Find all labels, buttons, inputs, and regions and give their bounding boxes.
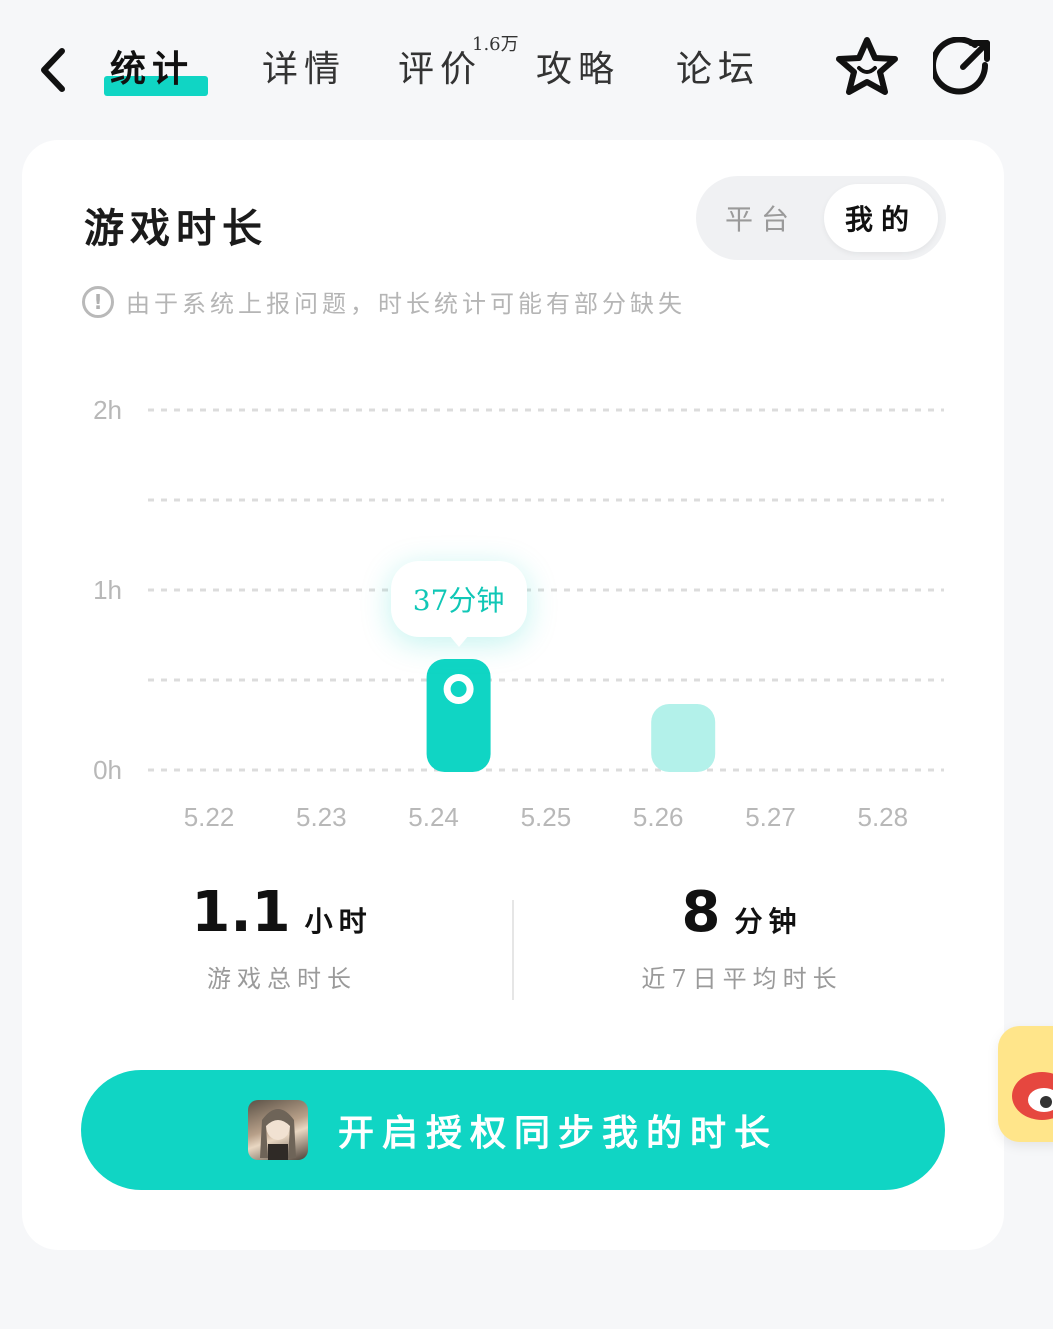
back-button[interactable] bbox=[28, 40, 78, 100]
y-tick-label: 1h bbox=[93, 575, 122, 605]
info-icon: ! bbox=[82, 285, 114, 318]
card-title: 游戏时长 bbox=[84, 205, 268, 252]
segment-mine[interactable]: 我的 bbox=[824, 184, 938, 252]
play-time-card: 游戏时长 平台 我的 ! 由于系统上报问题，时长统计可能有部分缺失 2h 1h 0h… bbox=[22, 140, 1004, 1250]
top-nav-bar: 统计 详情 评价 1.6万 攻略 论坛 bbox=[0, 0, 1053, 130]
authorize-sync-label: 开启授权同步我的时长 bbox=[337, 1112, 778, 1154]
y-tick-label: 2h bbox=[93, 395, 122, 425]
x-tick-label: 5.25 bbox=[521, 802, 572, 832]
x-tick-label: 5.23 bbox=[296, 802, 347, 832]
review-count-badge: 1.6万 bbox=[472, 34, 519, 55]
tab-reviews[interactable]: 评价 bbox=[398, 40, 482, 92]
x-tick-label: 5.28 bbox=[857, 802, 908, 832]
avg-time-stat: 8 分钟 近7日平均时长 bbox=[612, 880, 872, 994]
authorize-sync-button[interactable]: 开启授权同步我的时长 bbox=[81, 1070, 945, 1190]
y-tick-label: 0h bbox=[93, 755, 122, 785]
data-source-toggle: 平台 我的 bbox=[696, 176, 946, 260]
total-time-label: 游戏总时长 bbox=[207, 965, 357, 993]
tab-forum[interactable]: 论坛 bbox=[676, 40, 760, 92]
avg-time-label: 近7日平均时长 bbox=[641, 965, 843, 993]
stats-summary: 1.1 小时 游戏总时长 8 分钟 近7日平均时长 bbox=[22, 880, 1004, 1010]
stats-divider bbox=[512, 900, 514, 1000]
avg-time-value: 8 bbox=[681, 880, 721, 945]
game-avatar bbox=[247, 1100, 308, 1160]
share-icon bbox=[933, 37, 990, 95]
chevron-left-icon bbox=[41, 48, 65, 92]
x-tick-label: 5.22 bbox=[184, 802, 235, 832]
bar-marker-center bbox=[450, 681, 467, 697]
tab-stats[interactable]: 统计 bbox=[110, 40, 194, 92]
star-face-icon bbox=[836, 37, 898, 95]
tab-guides[interactable]: 攻略 bbox=[536, 40, 620, 92]
x-tick-label: 5.27 bbox=[745, 802, 796, 832]
avg-time-unit: 分钟 bbox=[734, 905, 803, 938]
weibo-icon bbox=[1012, 1072, 1053, 1120]
total-time-unit: 小时 bbox=[304, 905, 373, 938]
notice-row: ! 由于系统上报问题，时长统计可能有部分缺失 bbox=[82, 284, 686, 319]
segment-platform[interactable]: 平台 bbox=[704, 184, 818, 252]
favorite-button[interactable] bbox=[832, 32, 902, 102]
x-tick-label: 5.24 bbox=[408, 802, 459, 832]
notice-text: 由于系统上报问题，时长统计可能有部分缺失 bbox=[126, 290, 686, 318]
bar[interactable] bbox=[651, 704, 716, 772]
total-time-stat: 1.1 小时 游戏总时长 bbox=[142, 880, 422, 994]
floating-weibo-widget[interactable] bbox=[998, 1026, 1053, 1142]
bar-tooltip: 37分钟 bbox=[390, 561, 527, 647]
share-button[interactable] bbox=[928, 32, 998, 102]
x-tick-label: 5.26 bbox=[633, 802, 684, 832]
total-time-value: 1.1 bbox=[191, 880, 291, 945]
tab-details[interactable]: 详情 bbox=[262, 40, 346, 92]
play-time-chart: 2h 1h 0h 5.22 5.23 5.24 5.25 5.26 5.27 5.28 37分钟 bbox=[22, 380, 1004, 850]
